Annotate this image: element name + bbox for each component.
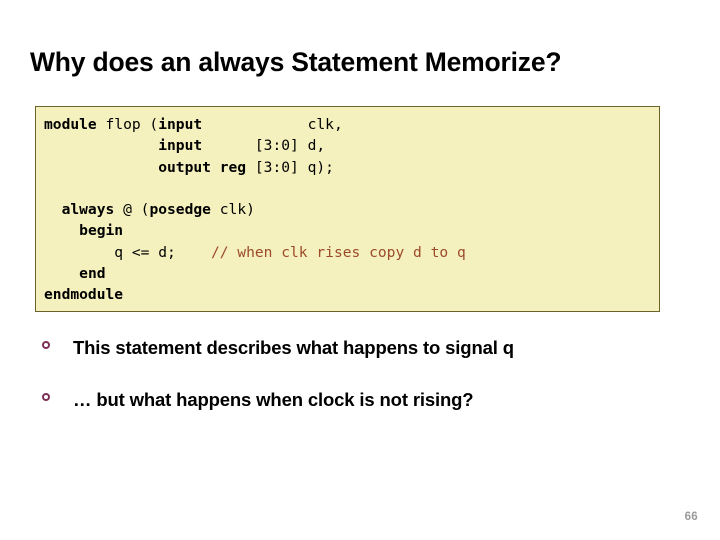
code-comment: // when clk rises copy d to q xyxy=(210,243,466,261)
code-keyword: module xyxy=(44,116,97,133)
code-text: [3:0] d, xyxy=(202,137,326,155)
code-text: @ ( xyxy=(114,201,150,219)
code-keyword: always xyxy=(61,201,115,219)
code-text: flop ( xyxy=(96,116,159,133)
page-title: Why does an always Statement Memorize? xyxy=(30,47,562,77)
list-item-label: This statement describes what happens to… xyxy=(73,337,514,358)
circle-outline-icon xyxy=(36,336,73,349)
code-text: clk, xyxy=(202,116,343,133)
code-text: q <= d; xyxy=(44,243,211,261)
list-item: This statement describes what happens to… xyxy=(36,336,676,360)
code-line: endmodule xyxy=(44,284,655,305)
circle-outline-icon xyxy=(36,388,73,401)
code-block: module flop (input clk, input [3:0] d, o… xyxy=(35,106,660,312)
code-keyword: posedge xyxy=(149,201,211,219)
code-line: begin xyxy=(44,220,655,241)
code-block-content: module flop (input clk, input [3:0] d, o… xyxy=(44,114,655,306)
code-line: module flop (input clk, xyxy=(44,114,655,135)
page-number: 66 xyxy=(684,511,698,523)
code-keyword: output reg xyxy=(158,158,247,176)
code-text: clk) xyxy=(210,201,255,219)
code-keyword: input xyxy=(158,137,203,155)
slide: Why does an always Statement Memorize? m… xyxy=(0,0,720,540)
bullet-list: This statement describes what happens to… xyxy=(36,336,676,440)
code-line: output reg [3:0] q); xyxy=(44,157,655,178)
circle-outline-glyph xyxy=(42,341,50,349)
code-line: q <= d; // when clk rises copy d to q xyxy=(44,242,655,263)
list-item-label: … but what happens when clock is not ris… xyxy=(73,389,474,410)
code-line: input [3:0] d, xyxy=(44,135,655,156)
code-keyword: input xyxy=(158,116,203,133)
list-item: … but what happens when clock is not ris… xyxy=(36,388,676,412)
circle-outline-glyph xyxy=(42,393,50,401)
code-line: end xyxy=(44,263,655,284)
code-line: always @ (posedge clk) xyxy=(44,199,655,220)
code-keyword: end xyxy=(79,265,106,283)
code-keyword: endmodule xyxy=(44,286,124,304)
code-text: [3:0] q); xyxy=(246,158,334,176)
code-keyword: begin xyxy=(79,222,124,240)
